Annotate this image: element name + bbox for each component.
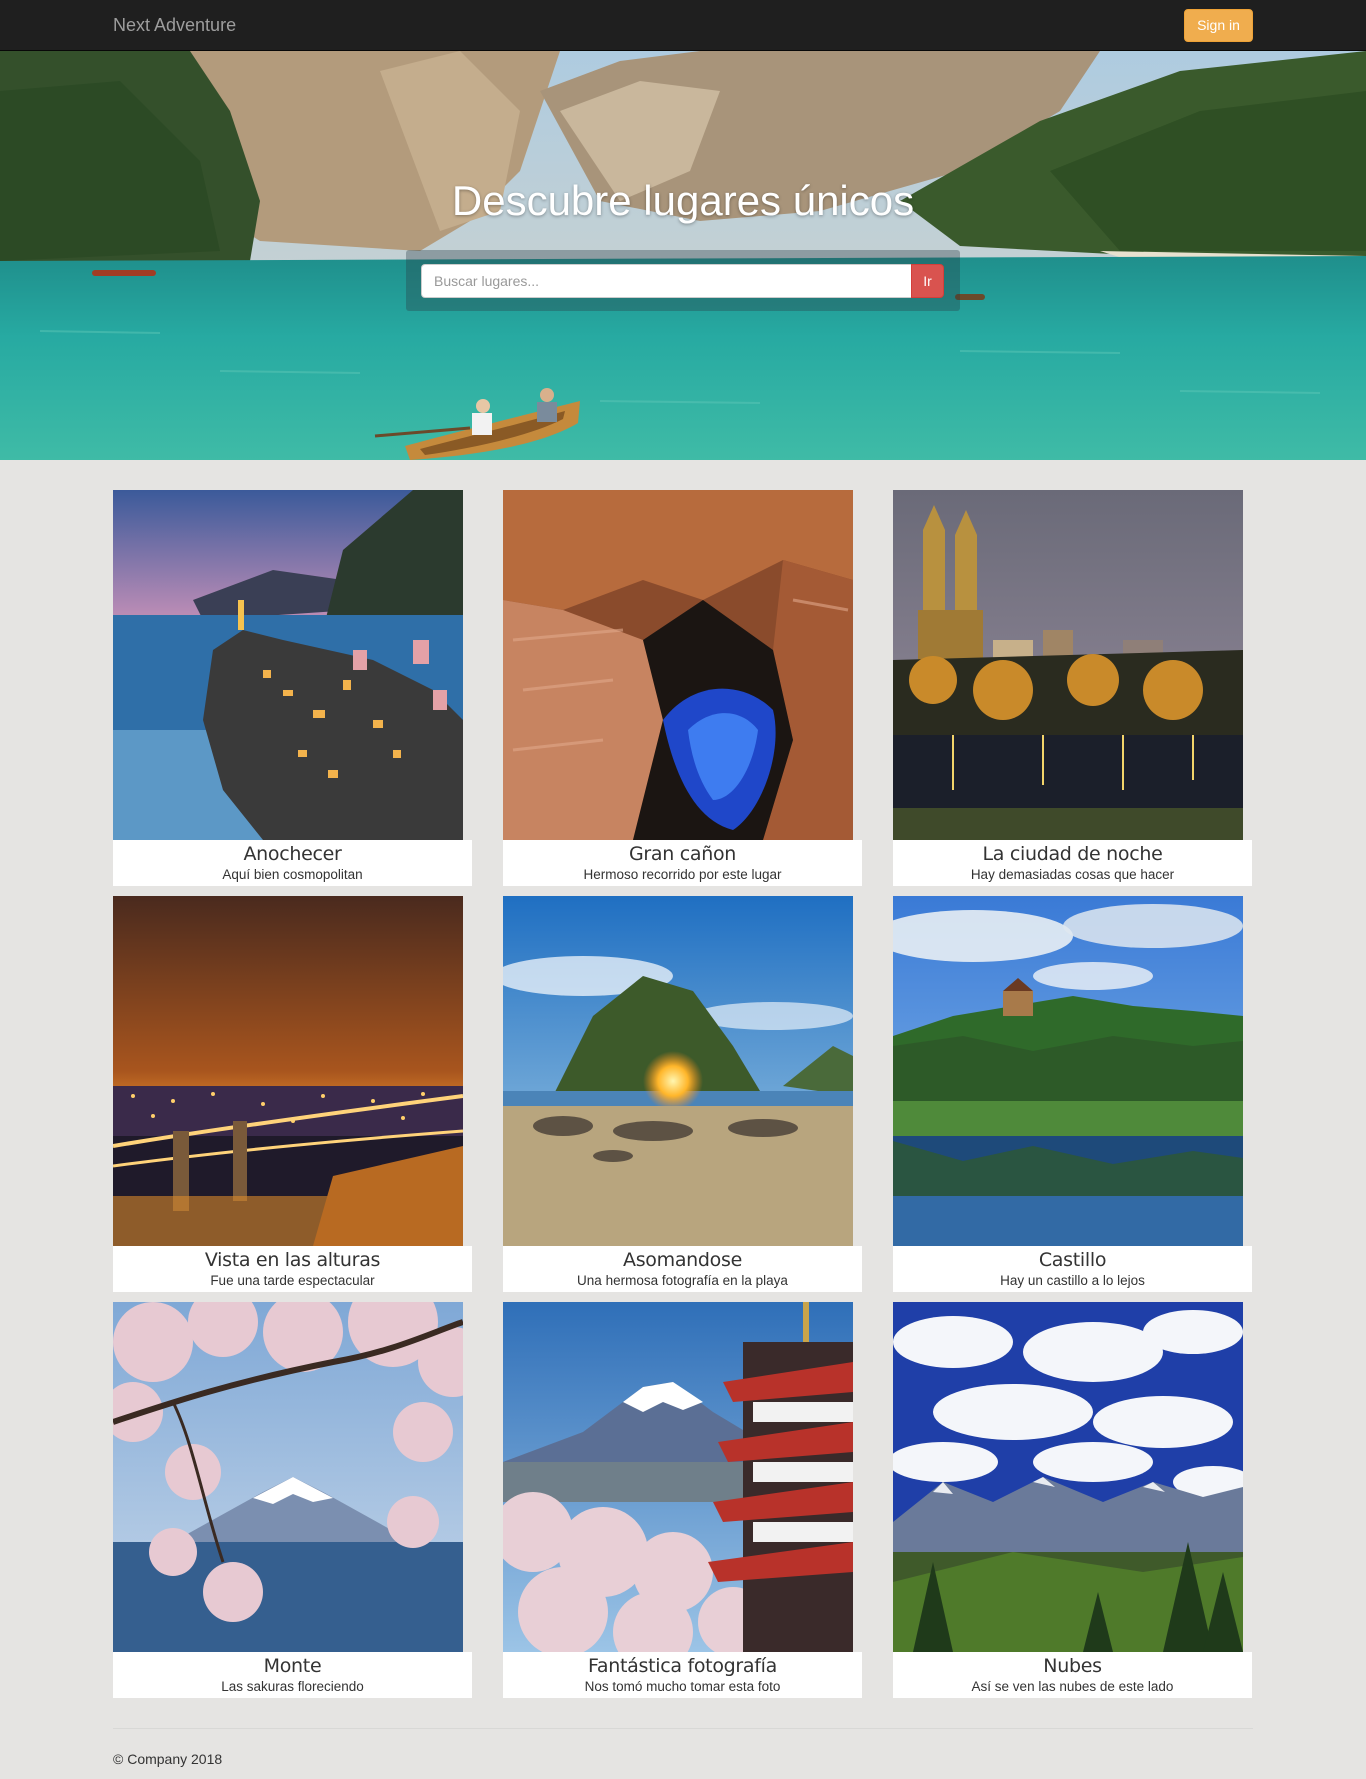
card-title: Anochecer bbox=[243, 843, 342, 865]
place-card-ciudad-de-noche[interactable]: La ciudad de noche Hay demasiadas cosas … bbox=[893, 490, 1252, 886]
card-photo bbox=[503, 896, 853, 1246]
search-input[interactable] bbox=[421, 264, 911, 298]
card-photo bbox=[503, 1302, 853, 1652]
place-card-nubes[interactable]: Nubes Así se ven las nubes de este lado bbox=[893, 1302, 1252, 1698]
navbar: Next Adventure Sign in bbox=[0, 0, 1366, 51]
hero-title: Descubre lugares únicos bbox=[451, 177, 915, 224]
card-photo bbox=[893, 490, 1243, 840]
place-card-fantastica-fotografia[interactable]: Fantástica fotografía Nos tomó mucho tom… bbox=[503, 1302, 862, 1698]
place-card-vista-en-las-alturas[interactable]: Vista en las alturas Fue una tarde espec… bbox=[113, 896, 472, 1292]
card-photo bbox=[893, 896, 1243, 1246]
card-description: Así se ven las nubes de este lado bbox=[971, 1679, 1174, 1694]
card-photo bbox=[113, 1302, 463, 1652]
card-photo bbox=[113, 490, 463, 840]
card-photo bbox=[893, 1302, 1243, 1652]
search-bar: Ir bbox=[406, 250, 960, 311]
hero-banner: Descubre lugares únicos Ir bbox=[0, 51, 1366, 460]
place-card-asomandose[interactable]: Asomandose Una hermosa fotografía en la … bbox=[503, 896, 862, 1292]
card-title: Fantástica fotografía bbox=[588, 1655, 777, 1677]
card-title: Nubes bbox=[1043, 1655, 1102, 1677]
sign-in-button[interactable]: Sign in bbox=[1184, 9, 1253, 42]
card-title: Asomandose bbox=[623, 1249, 742, 1271]
card-title: Vista en las alturas bbox=[204, 1249, 381, 1271]
card-title: Castillo bbox=[1038, 1249, 1107, 1271]
card-title: Gran cañon bbox=[628, 843, 737, 865]
card-description: Fue una tarde espectacular bbox=[210, 1273, 375, 1288]
card-description: Las sakuras floreciendo bbox=[221, 1679, 364, 1694]
place-card-anochecer[interactable]: Anochecer Aquí bien cosmopolitan bbox=[113, 490, 472, 886]
card-description: Aquí bien cosmopolitan bbox=[222, 867, 363, 882]
card-description: Hay un castillo a lo lejos bbox=[1000, 1273, 1145, 1288]
card-description: Una hermosa fotografía en la playa bbox=[577, 1273, 788, 1288]
place-card-castillo[interactable]: Castillo Hay un castillo a lo lejos bbox=[893, 896, 1252, 1292]
card-photo bbox=[503, 490, 853, 840]
footer-divider bbox=[113, 1728, 1253, 1729]
brand-link[interactable]: Next Adventure bbox=[113, 15, 236, 36]
card-title: Monte bbox=[263, 1655, 322, 1677]
card-title: La ciudad de noche bbox=[982, 843, 1163, 865]
footer-copyright: © Company 2018 bbox=[113, 1751, 223, 1767]
place-card-gran-canon[interactable]: Gran cañon Hermoso recorrido por este lu… bbox=[503, 490, 862, 886]
place-card-monte[interactable]: Monte Las sakuras floreciendo bbox=[113, 1302, 472, 1698]
card-description: Nos tomó mucho tomar esta foto bbox=[584, 1679, 781, 1694]
card-description: Hay demasiadas cosas que hacer bbox=[970, 867, 1175, 882]
search-go-button[interactable]: Ir bbox=[911, 264, 944, 298]
card-photo bbox=[113, 896, 463, 1246]
card-description: Hermoso recorrido por este lugar bbox=[583, 867, 782, 882]
